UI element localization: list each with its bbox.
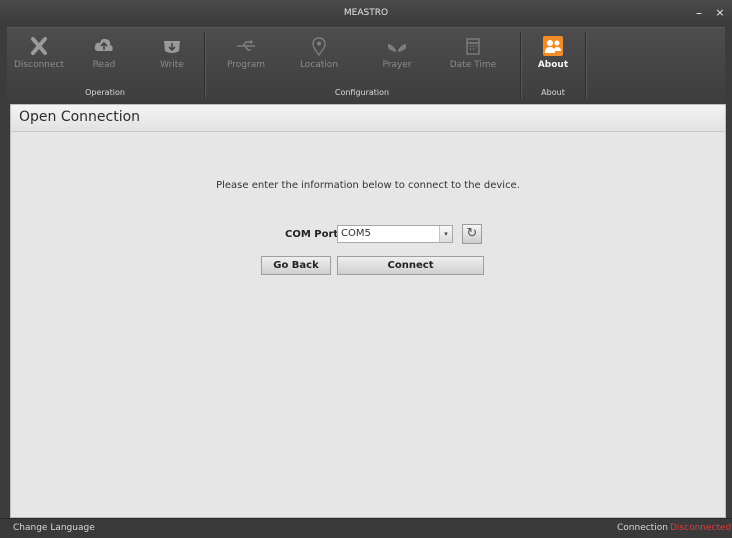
change-language-link[interactable]: Change Language — [13, 519, 95, 538]
about-label: About — [537, 60, 569, 70]
calendar-icon — [466, 38, 480, 55]
date-time-label: Date Time — [449, 60, 497, 70]
program-button[interactable]: Program — [219, 28, 273, 84]
panel-header: Open Connection — [11, 105, 725, 132]
go-back-button[interactable]: Go Back — [261, 256, 331, 275]
close-button[interactable]: × — [711, 4, 729, 22]
disconnect-button[interactable]: Disconnect — [11, 28, 67, 84]
prayer-label: Prayer — [382, 60, 412, 70]
program-label: Program — [227, 60, 265, 70]
status-bar: Change Language Connection Disconnected — [0, 518, 732, 538]
location-label: Location — [299, 60, 339, 70]
com-port-select[interactable]: COM5 ▾ — [337, 225, 453, 243]
write-button[interactable]: Write — [147, 28, 197, 84]
connect-button[interactable]: Connect — [337, 256, 484, 275]
usb-icon — [237, 40, 255, 51]
refresh-button[interactable]: ↻ — [462, 224, 482, 244]
title-bar: MEASTRO – × — [0, 0, 732, 26]
operation-group-label: Operation — [85, 88, 125, 97]
about-group-label: About — [541, 88, 565, 97]
download-icon — [164, 41, 180, 53]
configuration-group-label: Configuration — [334, 88, 390, 97]
prayer-button[interactable]: Prayer — [369, 28, 425, 84]
connection-label: Connection — [617, 523, 668, 533]
open-connection-panel: Open Connection Please enter the informa… — [10, 104, 726, 518]
com-port-value: COM5 — [341, 228, 371, 239]
refresh-icon: ↻ — [466, 226, 478, 241]
group-divider — [585, 32, 586, 98]
com-port-label: COM Port — [285, 229, 339, 240]
ribbon-toolbar: Disconnect Read Write Operation Program — [7, 27, 725, 102]
cloud-upload-icon — [94, 38, 113, 51]
panel-title: Open Connection — [19, 109, 141, 125]
window-title: MEASTRO — [343, 8, 389, 18]
chevron-down-icon[interactable]: ▾ — [439, 226, 452, 242]
date-time-button[interactable]: Date Time — [443, 28, 503, 84]
hands-icon — [388, 44, 406, 52]
read-label: Read — [92, 60, 116, 70]
about-button[interactable]: About — [525, 28, 581, 84]
minimize-button[interactable]: – — [690, 4, 708, 22]
connection-status: Disconnected — [670, 523, 732, 533]
close-x-icon — [31, 37, 47, 55]
map-pin-icon — [312, 37, 326, 56]
write-label: Write — [160, 60, 184, 70]
read-button[interactable]: Read — [79, 28, 129, 84]
people-icon — [543, 36, 563, 56]
app-window: MEASTRO – × Disconnect Read Write Operat… — [0, 0, 732, 538]
location-button[interactable]: Location — [291, 28, 347, 84]
instruction-text: Please enter the information below to co… — [216, 180, 520, 191]
disconnect-label: Disconnect — [14, 60, 64, 70]
